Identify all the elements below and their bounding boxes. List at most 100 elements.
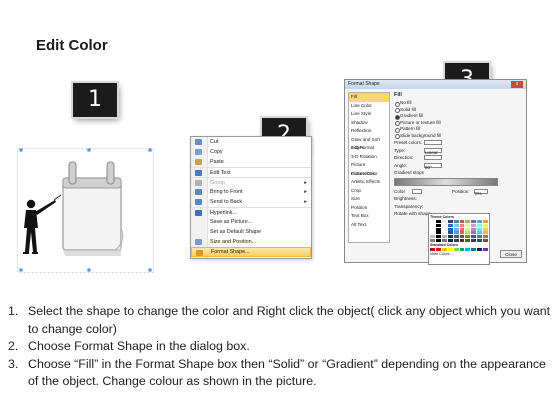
color-swatch[interactable] <box>453 238 459 242</box>
color-swatch[interactable] <box>471 227 477 231</box>
close-icon[interactable]: x <box>511 81 523 88</box>
sidebar-item-size[interactable]: Size <box>349 195 389 204</box>
color-swatch[interactable] <box>459 220 465 223</box>
color-swatch[interactable] <box>477 238 483 242</box>
color-swatch[interactable] <box>471 223 477 227</box>
sidebar-item-fill[interactable]: Fill <box>349 93 389 102</box>
color-swatch[interactable] <box>477 223 483 227</box>
color-swatch[interactable] <box>447 247 453 251</box>
color-swatch[interactable] <box>441 231 447 235</box>
color-swatch[interactable] <box>471 220 477 223</box>
color-swatch[interactable] <box>441 223 447 227</box>
color-swatch[interactable] <box>459 238 465 242</box>
preset-colors-field[interactable]: Preset colors: <box>394 139 524 147</box>
color-swatch[interactable] <box>465 231 471 235</box>
color-swatch[interactable] <box>465 247 471 251</box>
color-swatch[interactable] <box>453 227 459 231</box>
color-swatch[interactable] <box>471 231 477 235</box>
angle-field[interactable]: Angle: 90° <box>394 162 524 170</box>
sidebar-item-artistic-effects[interactable]: Artistic Effects <box>349 178 389 187</box>
color-swatch[interactable] <box>483 235 489 239</box>
sidebar-item-3-d-format[interactable]: 3-D Format <box>349 144 389 153</box>
menu-item-save-as-picture[interactable]: Save as Picture... <box>191 217 311 227</box>
color-swatch[interactable] <box>435 231 441 235</box>
color-swatch[interactable] <box>471 247 477 251</box>
menu-item-edit-text[interactable]: Edit Text <box>191 167 311 177</box>
color-swatch[interactable] <box>459 231 465 235</box>
sidebar-item-3-d-rotation[interactable]: 3-D Rotation <box>349 153 389 162</box>
color-swatch[interactable] <box>441 220 447 223</box>
color-swatch[interactable] <box>459 235 465 239</box>
menu-item-paste[interactable]: Paste <box>191 157 311 167</box>
color-swatch[interactable] <box>477 247 483 251</box>
color-swatch[interactable] <box>477 227 483 231</box>
color-swatch[interactable] <box>430 231 435 235</box>
menu-item-group[interactable]: Group ▸ <box>191 177 311 187</box>
color-swatch[interactable] <box>430 220 435 223</box>
sidebar-item-picture-color[interactable]: Picture Color <box>349 170 389 179</box>
color-swatch[interactable] <box>465 223 471 227</box>
color-swatch[interactable] <box>453 231 459 235</box>
sidebar-item-line-color[interactable]: Line Color <box>349 102 389 111</box>
color-swatch[interactable] <box>435 220 441 223</box>
color-swatch[interactable] <box>441 227 447 231</box>
gradient-stops-bar[interactable] <box>394 177 498 186</box>
menu-item-bring-to-front[interactable]: Bring to Front ▸ <box>191 187 311 197</box>
color-swatch[interactable] <box>441 235 447 239</box>
color-swatch[interactable] <box>465 238 471 242</box>
color-swatch[interactable] <box>459 223 465 227</box>
color-swatch[interactable] <box>447 227 453 231</box>
close-button[interactable]: Close <box>500 250 522 258</box>
sidebar-item-text-box[interactable]: Text Box <box>349 212 389 221</box>
color-swatch[interactable] <box>435 235 441 239</box>
sidebar-item-reflection[interactable]: Reflection <box>349 127 389 136</box>
selected-shape-illustration[interactable] <box>17 140 154 273</box>
color-swatch[interactable] <box>465 227 471 231</box>
color-swatch[interactable] <box>430 223 435 227</box>
type-field[interactable]: Type: Linear <box>394 147 524 155</box>
color-swatch[interactable] <box>471 235 477 239</box>
color-swatch[interactable] <box>441 238 447 242</box>
color-swatch[interactable] <box>453 235 459 239</box>
color-swatch[interactable] <box>435 247 441 251</box>
direction-field[interactable]: Direction: <box>394 154 524 162</box>
menu-item-set-as-default-shape[interactable]: Set as Default Shape <box>191 227 311 237</box>
color-swatch[interactable] <box>477 220 483 223</box>
color-swatch[interactable] <box>483 231 489 235</box>
position-input[interactable]: 0% <box>474 188 488 196</box>
color-swatch[interactable] <box>483 247 489 251</box>
type-select[interactable]: Linear <box>424 147 442 155</box>
menu-item-size-and-position[interactable]: Size and Position... <box>191 237 311 247</box>
menu-item-send-to-back[interactable]: Send to Back ▸ <box>191 197 311 207</box>
sidebar-item-picture-corrections[interactable]: Picture Corrections <box>349 161 389 176</box>
angle-input[interactable]: 90° <box>424 162 442 170</box>
color-swatch[interactable] <box>430 238 435 242</box>
color-swatch[interactable] <box>447 231 453 235</box>
color-swatch[interactable] <box>435 238 441 242</box>
menu-item-format-shape[interactable]: Format Shape... <box>191 247 311 257</box>
color-swatch[interactable] <box>447 235 453 239</box>
sidebar-item-shadow[interactable]: Shadow <box>349 119 389 128</box>
color-swatch[interactable] <box>477 231 483 235</box>
color-swatch[interactable] <box>453 247 459 251</box>
color-swatch[interactable] <box>447 220 453 223</box>
menu-item-hyperlink[interactable]: Hyperlink... <box>191 207 311 217</box>
color-swatch[interactable] <box>435 223 441 227</box>
sidebar-item-alt-text[interactable]: Alt Text <box>349 221 389 230</box>
sidebar-item-glow-and-soft-edges[interactable]: Glow and Soft Edges <box>349 136 389 151</box>
color-swatch[interactable] <box>465 235 471 239</box>
color-swatch[interactable] <box>430 235 435 239</box>
color-swatch[interactable] <box>435 227 441 231</box>
menu-item-copy[interactable]: Copy <box>191 147 311 157</box>
color-swatch[interactable] <box>453 223 459 227</box>
color-swatch[interactable] <box>447 238 453 242</box>
color-swatch[interactable] <box>447 223 453 227</box>
color-swatch[interactable] <box>471 238 477 242</box>
sidebar-item-position[interactable]: Position <box>349 204 389 213</box>
color-swatch[interactable] <box>483 227 489 231</box>
more-colors-option[interactable]: More Colors... <box>430 252 488 257</box>
sidebar-item-crop[interactable]: Crop <box>349 187 389 196</box>
color-swatch[interactable] <box>459 247 465 251</box>
color-picker-button[interactable] <box>412 188 422 194</box>
color-swatch[interactable] <box>465 220 471 223</box>
